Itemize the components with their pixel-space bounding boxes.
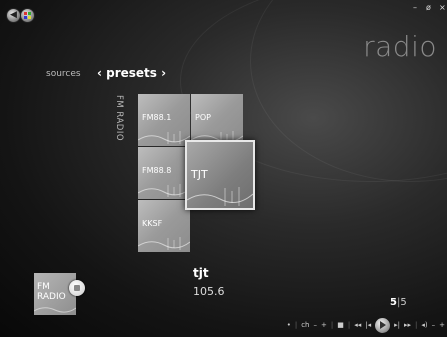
- preset-tile-label: FM88.1: [142, 113, 172, 122]
- minimize-button[interactable]: –: [413, 3, 417, 12]
- previous-button[interactable]: |◂: [365, 321, 371, 329]
- stop-button[interactable]: ■: [337, 321, 344, 329]
- transport-separator: |: [294, 321, 298, 329]
- next-button[interactable]: ▸|: [394, 321, 400, 329]
- breadcrumb-presets[interactable]: ‹ presets ›: [97, 66, 166, 80]
- transport-separator: |: [347, 321, 351, 329]
- breadcrumb-sources[interactable]: sources: [46, 69, 81, 79]
- volume-icon[interactable]: ◂): [421, 321, 427, 329]
- record-indicator-icon: •: [286, 321, 291, 329]
- volume-up-button[interactable]: +: [439, 321, 445, 329]
- preset-tile-label: TJT: [191, 168, 208, 181]
- preset-tile-label: FM88.8: [142, 166, 172, 175]
- start-button[interactable]: [20, 8, 35, 23]
- thumbnail-label-line1: FM: [37, 282, 50, 292]
- transport-controls: • | ch – + | ■ | ◂◂ |◂ ▸| ▸▸ | ◂) – +: [287, 317, 445, 333]
- preset-tile-label: KKSF: [142, 219, 163, 228]
- page-counter: 5|5: [390, 297, 407, 308]
- signal-wave-icon: [138, 131, 190, 144]
- preset-tile[interactable]: FM88.1: [138, 94, 190, 146]
- play-pause-button[interactable]: [375, 317, 391, 333]
- restore-button[interactable]: ø: [426, 3, 431, 12]
- preset-tile[interactable]: POP: [191, 94, 243, 146]
- now-playing-thumbnail[interactable]: FM RADIO: [34, 273, 76, 315]
- channel-down-button[interactable]: –: [313, 321, 317, 329]
- now-playing-thumbnail-label: FM RADIO: [37, 282, 66, 302]
- signal-wave-icon: [138, 237, 190, 250]
- signal-wave-icon: [34, 307, 76, 313]
- media-center-window: ◀ – ø × radio sources ‹ presets › FM RAD…: [0, 0, 447, 337]
- volume-down-button[interactable]: –: [432, 321, 436, 329]
- channel-up-button[interactable]: +: [321, 321, 327, 329]
- close-button[interactable]: ×: [439, 3, 446, 12]
- page-total: 5: [400, 297, 407, 308]
- windows-logo-icon: [24, 12, 31, 19]
- rewind-button[interactable]: ◂◂: [354, 321, 361, 329]
- now-playing-frequency: 105.6: [193, 285, 225, 298]
- channel-label: ch: [301, 321, 310, 329]
- back-arrow-icon: ◀: [10, 10, 17, 20]
- transport-separator: |: [415, 321, 418, 329]
- group-label: FM RADIO: [114, 95, 124, 142]
- signal-wave-icon: [187, 187, 253, 206]
- transport-separator: |: [330, 321, 334, 329]
- back-button[interactable]: ◀: [6, 8, 21, 23]
- page-current: 5: [390, 297, 397, 308]
- preset-tile-selected[interactable]: TJT: [185, 140, 255, 210]
- preset-tile[interactable]: KKSF: [138, 200, 190, 252]
- fast-forward-button[interactable]: ▸▸: [404, 321, 411, 329]
- page-title: radio: [363, 30, 437, 63]
- preset-tile-label: POP: [195, 113, 211, 122]
- signal-wave-icon: [138, 184, 190, 197]
- stop-badge-icon[interactable]: [69, 280, 85, 296]
- now-playing-station: tjt: [193, 266, 209, 280]
- preset-tile[interactable]: FM88.8: [138, 147, 190, 199]
